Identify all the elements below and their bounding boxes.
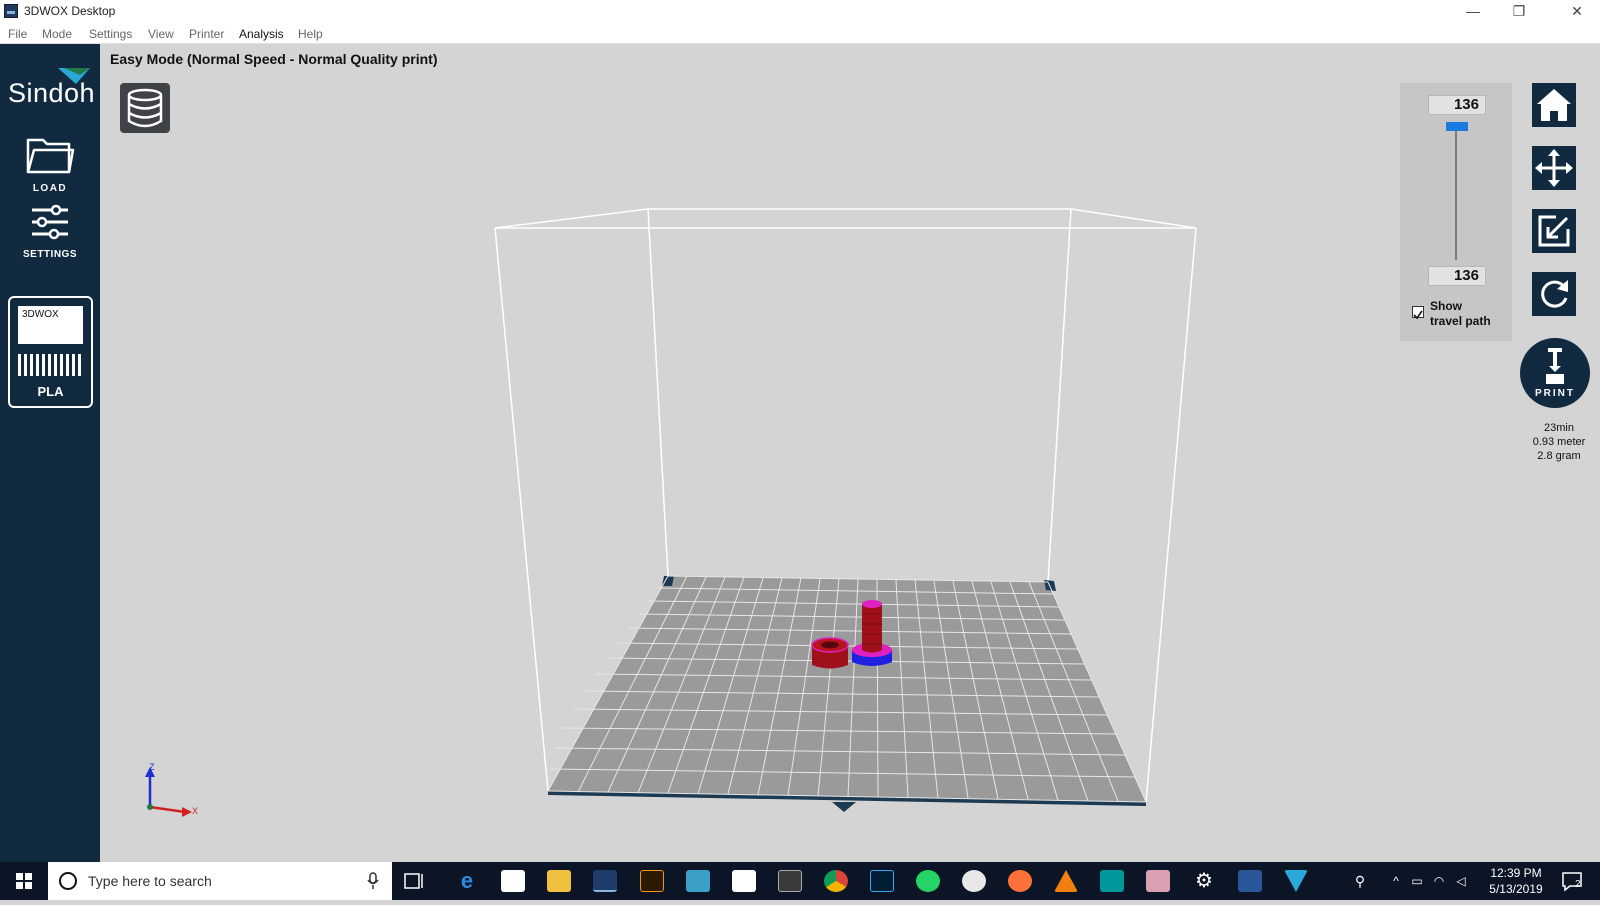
tray-chevron-icon[interactable]: ^ xyxy=(1388,870,1404,892)
clock[interactable]: 12:39 PM 5/13/2019 xyxy=(1486,865,1546,897)
windows-logo-icon xyxy=(16,873,32,889)
mail-icon[interactable] xyxy=(732,870,756,892)
notification-icon xyxy=(1562,872,1582,892)
sindoh-app-icon[interactable] xyxy=(1284,870,1308,892)
show-travel-path-label-line2: travel path xyxy=(1430,314,1491,328)
close-button[interactable]: ✕ xyxy=(1554,0,1600,24)
title-bar: 3DWOX Desktop — ❐ ✕ xyxy=(0,0,1600,24)
logo-mark-icon xyxy=(58,68,90,84)
database-icon xyxy=(127,88,163,128)
file-explorer-icon[interactable] xyxy=(547,870,571,892)
sliced-model-nut xyxy=(811,637,849,669)
axis-gizmo: Z X xyxy=(145,762,198,817)
check-icon xyxy=(1413,310,1423,320)
database-button[interactable] xyxy=(120,83,170,133)
minimize-button[interactable]: — xyxy=(1450,0,1496,24)
rotate-button[interactable] xyxy=(1532,272,1576,316)
build-volume-viewport[interactable]: Z X xyxy=(100,140,1360,840)
edge-icon[interactable]: e xyxy=(455,870,479,892)
settings-gear-icon[interactable]: ⚙ xyxy=(1192,870,1216,892)
chrome-icon[interactable] xyxy=(824,870,848,892)
taskbar-search[interactable]: Type here to search xyxy=(48,862,392,900)
axis-x-label: X xyxy=(192,806,198,816)
printer-nozzle-icon xyxy=(1546,348,1564,384)
folder-icon xyxy=(26,138,75,174)
notification-count: 2 xyxy=(1575,879,1581,890)
menu-mode[interactable]: Mode xyxy=(42,27,72,41)
build-plate xyxy=(547,575,1147,812)
load-button[interactable]: LOAD xyxy=(0,132,100,194)
move-button[interactable] xyxy=(1532,146,1576,190)
firefox-icon[interactable] xyxy=(1008,870,1032,892)
settings-label: SETTINGS xyxy=(22,249,77,260)
home-view-button[interactable] xyxy=(1532,83,1576,127)
sliders-icon xyxy=(32,204,68,240)
menu-help[interactable]: Help xyxy=(298,27,323,41)
menu-printer[interactable]: Printer xyxy=(189,27,224,41)
arduino-icon[interactable] xyxy=(1100,870,1124,892)
print-filament-length: 0.93 meter xyxy=(1532,436,1586,448)
axis-z-label: Z xyxy=(149,762,155,772)
print-time: 23min xyxy=(1544,422,1574,434)
photoshop-icon[interactable] xyxy=(870,870,894,892)
snipping-tool-icon[interactable] xyxy=(686,870,710,892)
whatsapp-icon[interactable] xyxy=(916,870,940,892)
app-icon xyxy=(4,4,18,18)
battery-icon[interactable]: ▭ xyxy=(1408,870,1426,892)
menu-file[interactable]: File xyxy=(8,27,27,41)
move-arrows-icon xyxy=(1535,149,1573,187)
search-placeholder: Type here to search xyxy=(88,873,212,889)
word-icon[interactable] xyxy=(1238,870,1262,892)
bottom-layer-field[interactable]: 136 xyxy=(1428,266,1486,286)
windows-taskbar: Type here to search e ⚙ ⚲ ^ ▭ ◠ ◁ 12:39 … xyxy=(0,862,1600,900)
material-name: PLA xyxy=(37,384,64,399)
volume-icon[interactable]: ◁ xyxy=(1452,870,1470,892)
settings-button[interactable]: SETTINGS xyxy=(0,204,100,260)
cartridge-brand: 3DWOX xyxy=(18,306,83,344)
print-filament-weight: 2.8 gram xyxy=(1537,450,1581,462)
cortana-circle-icon xyxy=(59,872,77,890)
wifi-icon[interactable]: ◠ xyxy=(1430,870,1448,892)
start-button[interactable] xyxy=(0,862,48,900)
illustrator-icon[interactable] xyxy=(640,870,664,892)
layer-slider-track[interactable] xyxy=(1455,125,1457,260)
scale-button[interactable] xyxy=(1532,209,1576,253)
material-card[interactable]: 3DWOX PLA xyxy=(8,296,93,408)
home-icon xyxy=(1537,89,1571,121)
3dwox-app-icon[interactable] xyxy=(593,870,617,892)
menu-settings[interactable]: Settings xyxy=(89,27,132,41)
show-travel-path-label: Show travel path xyxy=(1430,299,1491,329)
load-label: LOAD xyxy=(32,183,68,194)
restore-button[interactable]: ❐ xyxy=(1496,0,1542,24)
scale-icon xyxy=(1538,215,1570,247)
cartridge-barcode-icon xyxy=(18,354,83,376)
menu-bar: File Mode Settings View Printer Analysis… xyxy=(0,24,1600,44)
vlc-icon[interactable] xyxy=(1054,870,1078,892)
menu-analysis[interactable]: Analysis xyxy=(239,27,284,41)
people-icon[interactable]: ⚲ xyxy=(1348,870,1372,892)
menu-view[interactable]: View xyxy=(148,27,174,41)
calculator-icon[interactable] xyxy=(778,870,802,892)
task-view-icon[interactable] xyxy=(403,870,427,892)
top-layer-field[interactable]: 136 xyxy=(1428,95,1486,115)
print-estimate: 23min 0.93 meter 2.8 gram xyxy=(1520,421,1598,463)
layer-panel: 136 136 Show travel path xyxy=(1400,83,1512,341)
rotate-icon xyxy=(1541,280,1568,308)
store-icon[interactable] xyxy=(501,870,525,892)
action-center-icon[interactable]: 2 xyxy=(1560,870,1586,892)
show-travel-path-checkbox[interactable] xyxy=(1412,306,1424,320)
clock-date: 5/13/2019 xyxy=(1489,882,1543,896)
layer-slider-thumb[interactable] xyxy=(1446,122,1468,131)
left-sidebar: Sindoh LOAD SETTINGS 3DWOX PLA xyxy=(0,44,100,862)
microphone-icon[interactable] xyxy=(366,872,380,890)
mode-indicator: Easy Mode (Normal Speed - Normal Quality… xyxy=(110,51,438,67)
clock-time: 12:39 PM xyxy=(1490,866,1542,880)
show-travel-path-label-line1: Show xyxy=(1430,299,1462,313)
print-button[interactable]: PRINT xyxy=(1520,338,1590,408)
window-title: 3DWOX Desktop xyxy=(24,4,116,18)
paint-icon[interactable] xyxy=(962,870,986,892)
print-label: PRINT xyxy=(1535,388,1575,399)
image-viewer-icon[interactable] xyxy=(1146,870,1170,892)
